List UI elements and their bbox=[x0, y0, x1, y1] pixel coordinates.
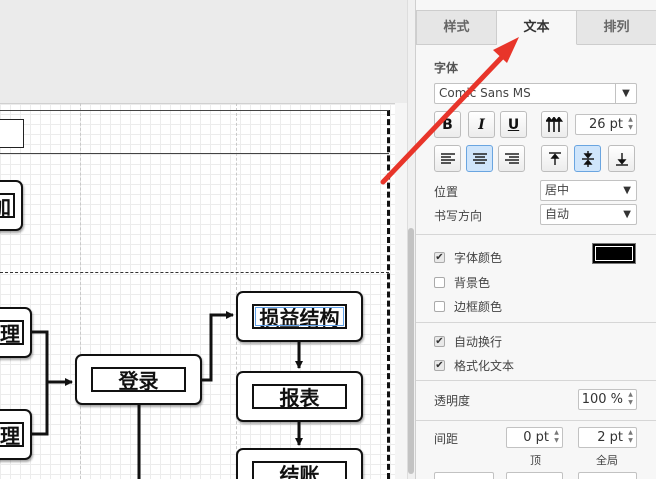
spinner-icon[interactable]: ▲ ▼ bbox=[626, 391, 635, 408]
tab-style[interactable]: 样式 bbox=[416, 10, 497, 45]
section-divider bbox=[416, 322, 656, 323]
spinner-icon[interactable]: ▲ ▼ bbox=[626, 116, 635, 133]
opacity-value: 100 % bbox=[581, 392, 623, 407]
spacing-top-input[interactable]: 0 pt ▲ ▼ bbox=[506, 427, 563, 448]
background-color-checkbox[interactable]: 背景色 bbox=[434, 274, 490, 291]
valign-bottom-button[interactable] bbox=[608, 145, 635, 172]
formatted-text-checkbox[interactable]: ✔ 格式化文本 bbox=[434, 357, 514, 374]
align-left-button[interactable] bbox=[434, 145, 461, 172]
bold-button[interactable]: B bbox=[434, 111, 461, 138]
section-divider bbox=[416, 234, 656, 235]
text-align-left-icon bbox=[440, 152, 455, 164]
align-right-button[interactable] bbox=[498, 145, 525, 172]
spacing-bottom-input[interactable] bbox=[506, 472, 563, 479]
text-align-center-icon bbox=[472, 152, 487, 164]
underline-button[interactable]: U bbox=[500, 111, 527, 138]
writing-direction-label: 书写方向 bbox=[434, 209, 483, 223]
position-label: 位置 bbox=[434, 185, 459, 199]
align-center-button[interactable] bbox=[466, 145, 493, 172]
underline-icon: U bbox=[507, 116, 520, 133]
spacing-top-caption: 顶 bbox=[530, 454, 541, 467]
position-select[interactable]: 居中 ▼ bbox=[540, 180, 637, 201]
font-section-title: 字体 bbox=[434, 61, 459, 75]
spinner-icon[interactable]: ▲ ▼ bbox=[552, 429, 561, 446]
opacity-input[interactable]: 100 % ▲ ▼ bbox=[578, 389, 637, 410]
checkbox[interactable]: ✔ bbox=[434, 252, 445, 263]
valign-top-button[interactable] bbox=[541, 145, 568, 172]
spacing-global-input[interactable]: 2 pt ▲ ▼ bbox=[578, 427, 637, 448]
vertical-align-bottom-icon bbox=[615, 152, 628, 166]
font-color-swatch[interactable] bbox=[592, 243, 636, 264]
line-height-icon bbox=[545, 116, 563, 132]
section-divider bbox=[416, 380, 656, 381]
border-color-label: 边框颜色 bbox=[454, 300, 503, 314]
border-color-checkbox[interactable]: 边框颜色 bbox=[434, 298, 502, 315]
checkbox[interactable]: ✔ bbox=[434, 360, 445, 371]
diagram-connectors bbox=[32, 311, 303, 479]
opacity-label: 透明度 bbox=[434, 394, 471, 408]
format-tabs: 样式 文本 排列 bbox=[416, 10, 656, 45]
diagram-canvas[interactable]: 加 理 理 登录 损益结构 报表 结账 bbox=[0, 0, 407, 479]
spacing-right-input[interactable] bbox=[578, 472, 637, 479]
spacing-global-caption: 全局 bbox=[596, 454, 618, 467]
font-color-label: 字体颜色 bbox=[454, 251, 503, 265]
bold-icon: B bbox=[442, 116, 453, 133]
vertical-align-top-icon bbox=[548, 151, 561, 165]
section-divider bbox=[416, 420, 656, 421]
spacing-top-value: 0 pt bbox=[523, 430, 549, 445]
writing-direction-value: 自动 bbox=[545, 207, 570, 221]
chevron-down-icon: ▼ bbox=[623, 185, 631, 196]
valign-middle-button[interactable] bbox=[574, 145, 601, 172]
font-size-value: 26 pt bbox=[588, 117, 623, 132]
connector bbox=[32, 382, 49, 436]
chevron-down-icon: ▼ bbox=[623, 209, 631, 220]
formatted-text-label: 格式化文本 bbox=[454, 359, 515, 373]
italic-icon: I bbox=[478, 116, 485, 133]
position-value: 居中 bbox=[545, 183, 570, 197]
italic-button[interactable]: I bbox=[468, 111, 495, 138]
background-color-label: 背景色 bbox=[454, 276, 491, 290]
spacing-left-input[interactable] bbox=[434, 472, 494, 479]
spacing-global-value: 2 pt bbox=[597, 430, 623, 445]
spinner-icon[interactable]: ▲ ▼ bbox=[626, 429, 635, 446]
canvas-scrollbar-thumb[interactable] bbox=[408, 228, 414, 474]
checkbox[interactable]: ✔ bbox=[434, 336, 445, 347]
writing-direction-select[interactable]: 自动 ▼ bbox=[540, 204, 637, 225]
font-family-select[interactable]: Comic Sans MS ▼ bbox=[434, 83, 637, 104]
text-align-right-icon bbox=[504, 152, 519, 164]
format-panel: 样式 文本 排列 字体 Comic Sans MS ▼ B I U 26 pt … bbox=[415, 0, 656, 479]
font-family-value: Comic Sans MS bbox=[439, 86, 531, 100]
word-wrap-label: 自动换行 bbox=[454, 335, 503, 349]
font-size-options-button[interactable] bbox=[541, 111, 568, 138]
vertical-align-middle-icon bbox=[581, 150, 594, 167]
tab-text[interactable]: 文本 bbox=[497, 10, 577, 45]
spacing-label: 间距 bbox=[434, 432, 459, 446]
connector bbox=[32, 330, 73, 386]
connector bbox=[202, 311, 234, 382]
font-size-input[interactable]: 26 pt ▲ ▼ bbox=[575, 114, 637, 135]
checkbox[interactable] bbox=[434, 277, 445, 288]
tab-arrange[interactable]: 排列 bbox=[577, 10, 656, 45]
checkbox[interactable] bbox=[434, 301, 445, 312]
chevron-down-icon: ▼ bbox=[615, 84, 636, 103]
font-color-checkbox[interactable]: ✔ 字体颜色 bbox=[434, 249, 502, 266]
word-wrap-checkbox[interactable]: ✔ 自动换行 bbox=[434, 333, 502, 350]
